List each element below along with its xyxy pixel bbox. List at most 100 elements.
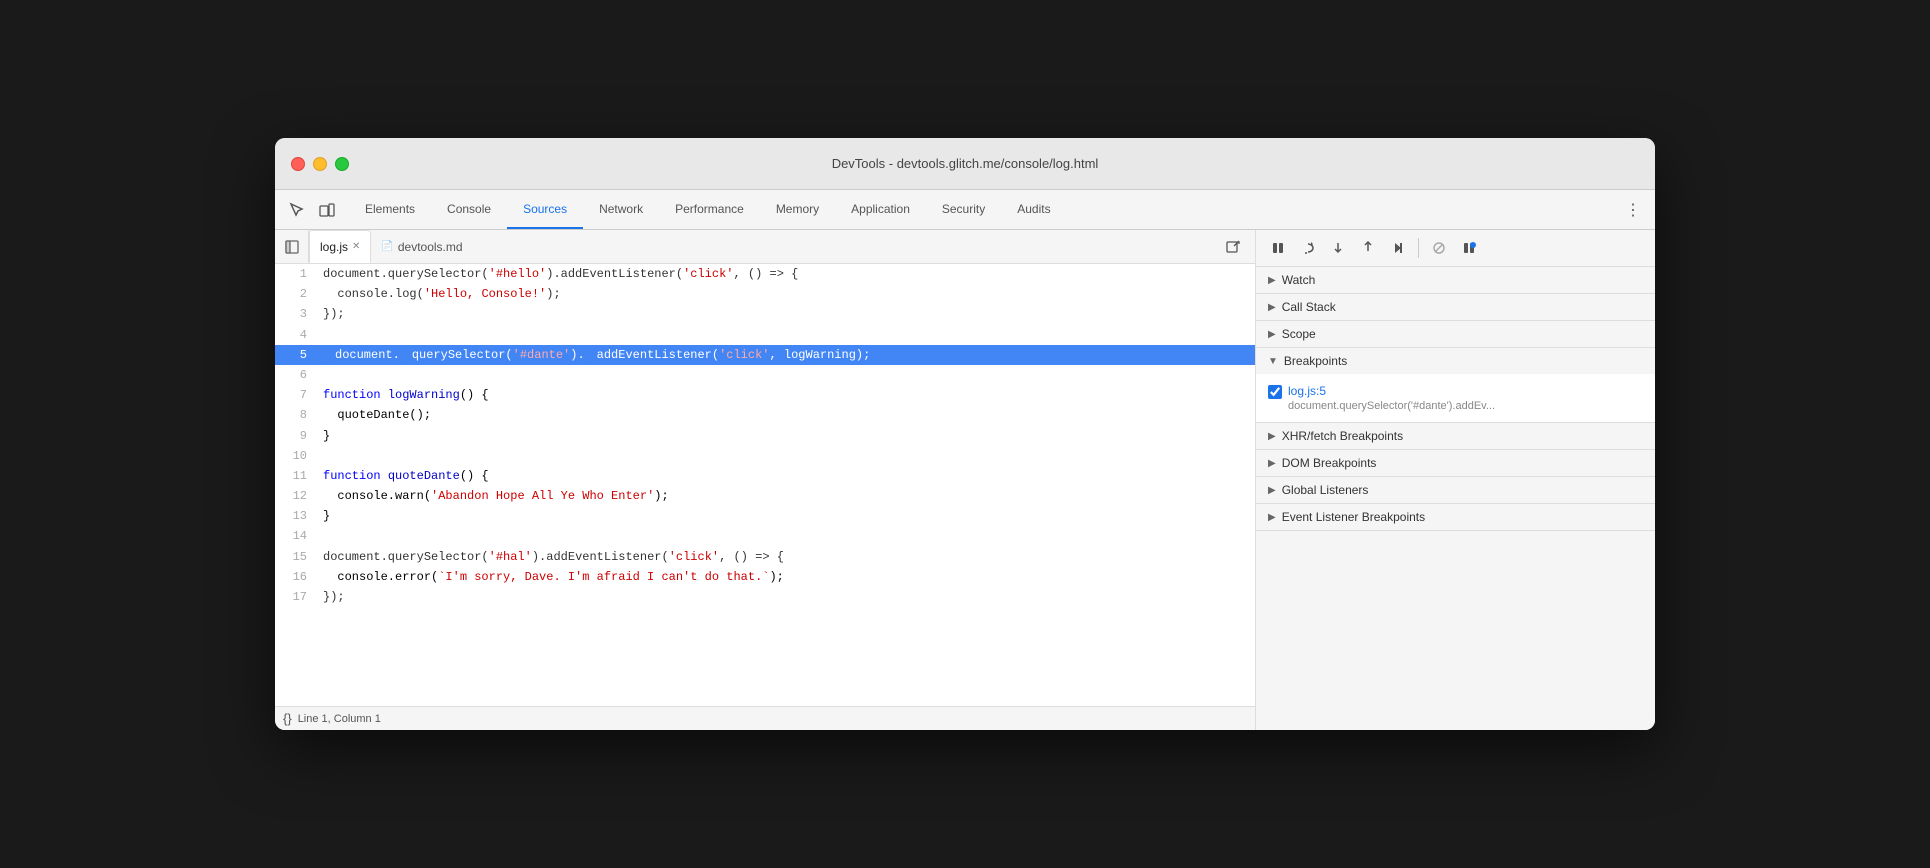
main-content: log.js ✕ 📄 devtools.md xyxy=(275,230,1655,730)
toolbar-right: ⋮ xyxy=(1619,196,1647,224)
scope-toggle-icon: ▶ xyxy=(1268,329,1276,340)
tab-audits[interactable]: Audits xyxy=(1001,190,1066,229)
section-dom-breakpoints: ▶ DOM Breakpoints xyxy=(1256,450,1655,477)
scope-label: Scope xyxy=(1282,327,1316,341)
breakpoint-code: document.querySelector('#dante').addEv..… xyxy=(1288,400,1643,412)
code-line-13: 13 } xyxy=(275,506,1255,526)
cursor-position: Line 1, Column 1 xyxy=(298,713,381,725)
tab-elements[interactable]: Elements xyxy=(349,190,431,229)
dom-breakpoints-header[interactable]: ▶ DOM Breakpoints xyxy=(1256,450,1655,476)
tab-network[interactable]: Network xyxy=(583,190,659,229)
code-line-17: 17 }); xyxy=(275,587,1255,607)
traffic-lights xyxy=(291,157,349,171)
file-tab-label-md: devtools.md xyxy=(398,240,463,254)
file-tab-logjs[interactable]: log.js ✕ xyxy=(309,230,371,263)
code-line-15: 15 document.querySelector('#hal').addEve… xyxy=(275,547,1255,567)
file-icon: 📄 xyxy=(381,241,393,252)
call-stack-toggle-icon: ▶ xyxy=(1268,302,1276,313)
event-listener-toggle-icon: ▶ xyxy=(1268,512,1276,523)
tab-console[interactable]: Console xyxy=(431,190,507,229)
code-line-12: 12 console.warn('Abandon Hope All Ye Who… xyxy=(275,486,1255,506)
file-tab-label: log.js xyxy=(320,240,348,254)
code-line-9: 9 } xyxy=(275,426,1255,446)
code-line-1: 1 document.querySelector('#hello').addEv… xyxy=(275,264,1255,284)
code-editor[interactable]: 1 document.querySelector('#hello').addEv… xyxy=(275,264,1255,706)
code-line-14: 14 xyxy=(275,526,1255,546)
inspect-icon[interactable] xyxy=(283,196,311,224)
tab-security[interactable]: Security xyxy=(926,190,1001,229)
breakpoints-content: log.js:5 document.querySelector('#dante'… xyxy=(1256,374,1655,422)
dom-toggle-icon: ▶ xyxy=(1268,458,1276,469)
step-out-button[interactable] xyxy=(1354,234,1382,262)
code-line-10: 10 xyxy=(275,446,1255,466)
tabs: Elements Console Sources Network Perform… xyxy=(349,190,1619,229)
code-line-5: 5 document.querySelector('#dante').addEv… xyxy=(275,345,1255,365)
close-button[interactable] xyxy=(291,157,305,171)
window-title: DevTools - devtools.glitch.me/console/lo… xyxy=(832,156,1099,171)
code-line-3: 3 }); xyxy=(275,304,1255,324)
code-line-8: 8 quoteDante(); xyxy=(275,405,1255,425)
event-listener-breakpoints-label: Event Listener Breakpoints xyxy=(1282,510,1425,524)
section-scope: ▶ Scope xyxy=(1256,321,1655,348)
scope-header[interactable]: ▶ Scope xyxy=(1256,321,1655,347)
devtools-window: DevTools - devtools.glitch.me/console/lo… xyxy=(275,138,1655,730)
code-line-7: 7 function logWarning() { xyxy=(275,385,1255,405)
right-panel: ▶ Watch ▶ Call Stack ▶ Scope xyxy=(1255,230,1655,730)
breakpoint-file: log.js:5 xyxy=(1288,384,1643,398)
tab-application[interactable]: Application xyxy=(835,190,926,229)
step-over-button[interactable] xyxy=(1294,234,1322,262)
breakpoint-item: log.js:5 document.querySelector('#dante'… xyxy=(1268,380,1643,416)
pause-button[interactable] xyxy=(1264,234,1292,262)
tab-memory[interactable]: Memory xyxy=(760,190,835,229)
xhr-toggle-icon: ▶ xyxy=(1268,431,1276,442)
format-icon[interactable]: {} xyxy=(283,711,292,726)
toolbar-icons xyxy=(283,196,341,224)
code-line-11: 11 function quoteDante() { xyxy=(275,466,1255,486)
code-line-16: 16 console.error(`I'm sorry, Dave. I'm a… xyxy=(275,567,1255,587)
file-sidebar-toggle[interactable] xyxy=(275,230,309,264)
debug-controls xyxy=(1256,230,1655,267)
event-listener-breakpoints-header[interactable]: ▶ Event Listener Breakpoints xyxy=(1256,504,1655,530)
xhr-breakpoints-label: XHR/fetch Breakpoints xyxy=(1282,429,1403,443)
tab-performance[interactable]: Performance xyxy=(659,190,760,229)
more-options-button[interactable]: ⋮ xyxy=(1619,196,1647,224)
divider xyxy=(1418,238,1419,258)
file-tab-close-logjs[interactable]: ✕ xyxy=(352,242,360,252)
step-button[interactable] xyxy=(1384,234,1412,262)
breakpoints-header[interactable]: ▼ Breakpoints xyxy=(1256,348,1655,374)
section-global-listeners: ▶ Global Listeners xyxy=(1256,477,1655,504)
section-breakpoints: ▼ Breakpoints log.js:5 document.querySel… xyxy=(1256,348,1655,423)
code-line-4: 4 xyxy=(275,325,1255,345)
breakpoints-toggle-icon: ▼ xyxy=(1268,356,1278,367)
breakpoint-checkbox[interactable] xyxy=(1268,385,1282,399)
step-into-button[interactable] xyxy=(1324,234,1352,262)
code-line-2: 2 console.log('Hello, Console!'); xyxy=(275,284,1255,304)
global-listeners-header[interactable]: ▶ Global Listeners xyxy=(1256,477,1655,503)
minimize-button[interactable] xyxy=(313,157,327,171)
code-area: 1 document.querySelector('#hello').addEv… xyxy=(275,264,1255,607)
section-watch: ▶ Watch xyxy=(1256,267,1655,294)
section-xhr-breakpoints: ▶ XHR/fetch Breakpoints xyxy=(1256,423,1655,450)
editor-header: log.js ✕ 📄 devtools.md xyxy=(275,230,1255,264)
watch-label: Watch xyxy=(1282,273,1316,287)
editor-area: log.js ✕ 📄 devtools.md xyxy=(275,230,1255,730)
file-tab-devtools-md[interactable]: 📄 devtools.md xyxy=(371,230,472,263)
global-listeners-toggle-icon: ▶ xyxy=(1268,485,1276,496)
global-listeners-label: Global Listeners xyxy=(1282,483,1369,497)
titlebar: DevTools - devtools.glitch.me/console/lo… xyxy=(275,138,1655,190)
breakpoints-label: Breakpoints xyxy=(1284,354,1347,368)
pause-on-exceptions-button[interactable] xyxy=(1455,234,1483,262)
watch-header[interactable]: ▶ Watch xyxy=(1256,267,1655,293)
tab-bar: Elements Console Sources Network Perform… xyxy=(275,190,1655,230)
status-bar: {} Line 1, Column 1 xyxy=(275,706,1255,730)
section-event-listener-breakpoints: ▶ Event Listener Breakpoints xyxy=(1256,504,1655,531)
maximize-button[interactable] xyxy=(335,157,349,171)
dom-breakpoints-label: DOM Breakpoints xyxy=(1282,456,1377,470)
call-stack-label: Call Stack xyxy=(1282,300,1336,314)
call-stack-header[interactable]: ▶ Call Stack xyxy=(1256,294,1655,320)
deactivate-breakpoints-button[interactable] xyxy=(1425,234,1453,262)
tab-sources[interactable]: Sources xyxy=(507,190,583,229)
open-in-new-tab-icon[interactable] xyxy=(1219,233,1247,261)
xhr-breakpoints-header[interactable]: ▶ XHR/fetch Breakpoints xyxy=(1256,423,1655,449)
device-toolbar-icon[interactable] xyxy=(313,196,341,224)
